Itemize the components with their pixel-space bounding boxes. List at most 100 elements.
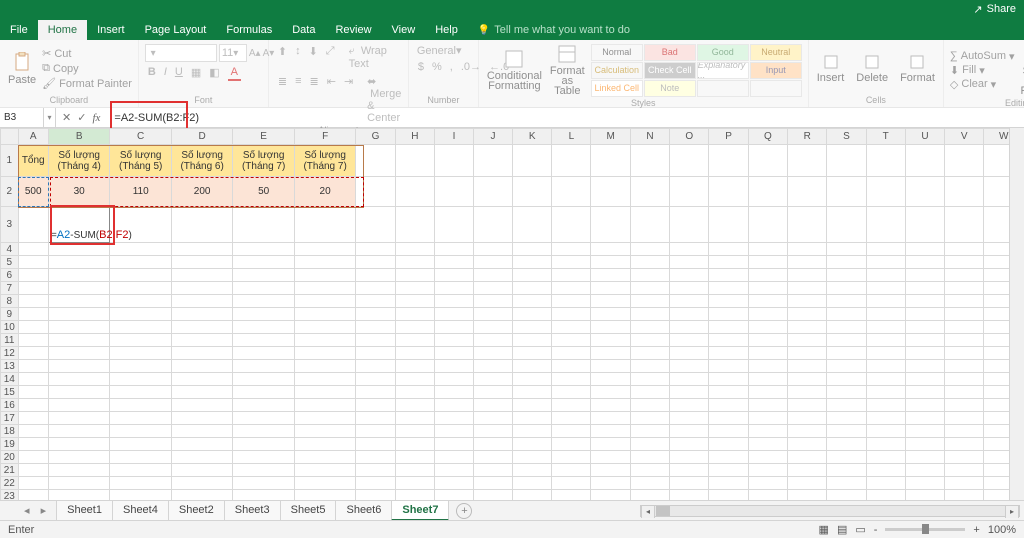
borders-button[interactable]: ▦ — [188, 65, 204, 80]
cell-D15[interactable] — [171, 386, 232, 399]
row-header-23[interactable]: 23 — [1, 490, 19, 501]
cell-V19[interactable] — [945, 438, 984, 451]
cell-B6[interactable] — [48, 269, 109, 282]
cell-K15[interactable] — [513, 386, 552, 399]
cell-Q6[interactable] — [748, 269, 787, 282]
cell-L13[interactable] — [552, 360, 591, 373]
cell-T11[interactable] — [866, 334, 905, 347]
cell-S7[interactable] — [827, 282, 866, 295]
cell-U12[interactable] — [905, 347, 944, 360]
cell-B16[interactable] — [48, 399, 109, 412]
cell-R4[interactable] — [788, 243, 827, 256]
cell-J6[interactable] — [473, 269, 512, 282]
cell-L3[interactable] — [552, 207, 591, 243]
cell-L2[interactable] — [552, 177, 591, 207]
cell-E15[interactable] — [233, 386, 294, 399]
sheet-tab-sheet6[interactable]: Sheet6 — [335, 501, 392, 521]
cell-H19[interactable] — [395, 438, 434, 451]
cell-P4[interactable] — [709, 243, 748, 256]
col-header-Q[interactable]: Q — [748, 129, 787, 145]
cell-O5[interactable] — [670, 256, 709, 269]
cell-S17[interactable] — [827, 412, 866, 425]
row-header-14[interactable]: 14 — [1, 373, 19, 386]
cell-T10[interactable] — [866, 321, 905, 334]
cell-I13[interactable] — [435, 360, 474, 373]
cell-J14[interactable] — [473, 373, 512, 386]
italic-button[interactable]: I — [161, 65, 170, 80]
cell-styles-gallery[interactable]: Normal Bad Good Neutral Calculation Chec… — [591, 44, 802, 97]
cell-L17[interactable] — [552, 412, 591, 425]
cell-I23[interactable] — [435, 490, 474, 501]
cell-P20[interactable] — [709, 451, 748, 464]
cell-F19[interactable] — [294, 438, 355, 451]
cell-G17[interactable] — [356, 412, 395, 425]
cell-L22[interactable] — [552, 477, 591, 490]
cell-M4[interactable] — [591, 243, 630, 256]
cell-E22[interactable] — [233, 477, 294, 490]
percent-button[interactable]: % — [429, 60, 445, 74]
cell-V23[interactable] — [945, 490, 984, 501]
cell-S9[interactable] — [827, 308, 866, 321]
cell-L18[interactable] — [552, 425, 591, 438]
insert-cells-button[interactable]: Insert — [815, 52, 847, 86]
cell-O19[interactable] — [670, 438, 709, 451]
cell-O22[interactable] — [670, 477, 709, 490]
row-header-8[interactable]: 8 — [1, 295, 19, 308]
cell-S16[interactable] — [827, 399, 866, 412]
cell-U14[interactable] — [905, 373, 944, 386]
cell-A6[interactable] — [18, 269, 48, 282]
cell-U1[interactable] — [905, 145, 944, 177]
cell-L23[interactable] — [552, 490, 591, 501]
cell-F7[interactable] — [294, 282, 355, 295]
cell-P7[interactable] — [709, 282, 748, 295]
cancel-formula-button[interactable]: ✕ — [62, 111, 71, 124]
cell-F6[interactable] — [294, 269, 355, 282]
col-header-I[interactable]: I — [435, 129, 474, 145]
cell-I7[interactable] — [435, 282, 474, 295]
cell-H22[interactable] — [395, 477, 434, 490]
cell-V3[interactable] — [945, 207, 984, 243]
cell-O6[interactable] — [670, 269, 709, 282]
cell-L9[interactable] — [552, 308, 591, 321]
cell-S21[interactable] — [827, 464, 866, 477]
row-header-11[interactable]: 11 — [1, 334, 19, 347]
cell-R10[interactable] — [788, 321, 827, 334]
cell-G19[interactable] — [356, 438, 395, 451]
increase-font-button[interactable]: A▴ — [249, 48, 261, 59]
cell-B17[interactable] — [48, 412, 109, 425]
cell-O20[interactable] — [670, 451, 709, 464]
cell-O10[interactable] — [670, 321, 709, 334]
cell-G8[interactable] — [356, 295, 395, 308]
cell-P23[interactable] — [709, 490, 748, 501]
cell-K7[interactable] — [513, 282, 552, 295]
cell-G10[interactable] — [356, 321, 395, 334]
style-normal[interactable]: Normal — [591, 44, 643, 61]
cell-A14[interactable] — [18, 373, 48, 386]
cell-O8[interactable] — [670, 295, 709, 308]
cell-K1[interactable] — [513, 145, 552, 177]
tell-me-box[interactable]: 💡 Tell me what you want to do — [468, 20, 640, 40]
cell-R8[interactable] — [788, 295, 827, 308]
cell-T7[interactable] — [866, 282, 905, 295]
cell-K18[interactable] — [513, 425, 552, 438]
col-header-V[interactable]: V — [945, 129, 984, 145]
cell-E18[interactable] — [233, 425, 294, 438]
cell-C18[interactable] — [110, 425, 171, 438]
tab-formulas[interactable]: Formulas — [216, 20, 282, 40]
cell-G7[interactable] — [356, 282, 395, 295]
cell-N21[interactable] — [630, 464, 669, 477]
cell-M10[interactable] — [591, 321, 630, 334]
cell-M3[interactable] — [591, 207, 630, 243]
cell-Q13[interactable] — [748, 360, 787, 373]
cell-L7[interactable] — [552, 282, 591, 295]
cell-D18[interactable] — [171, 425, 232, 438]
cell-A23[interactable] — [18, 490, 48, 501]
col-header-J[interactable]: J — [473, 129, 512, 145]
cell-I8[interactable] — [435, 295, 474, 308]
cell-C2[interactable]: 110 — [110, 177, 171, 207]
cell-T14[interactable] — [866, 373, 905, 386]
cell-B12[interactable] — [48, 347, 109, 360]
cell-V1[interactable] — [945, 145, 984, 177]
cell-B10[interactable] — [48, 321, 109, 334]
cell-K23[interactable] — [513, 490, 552, 501]
